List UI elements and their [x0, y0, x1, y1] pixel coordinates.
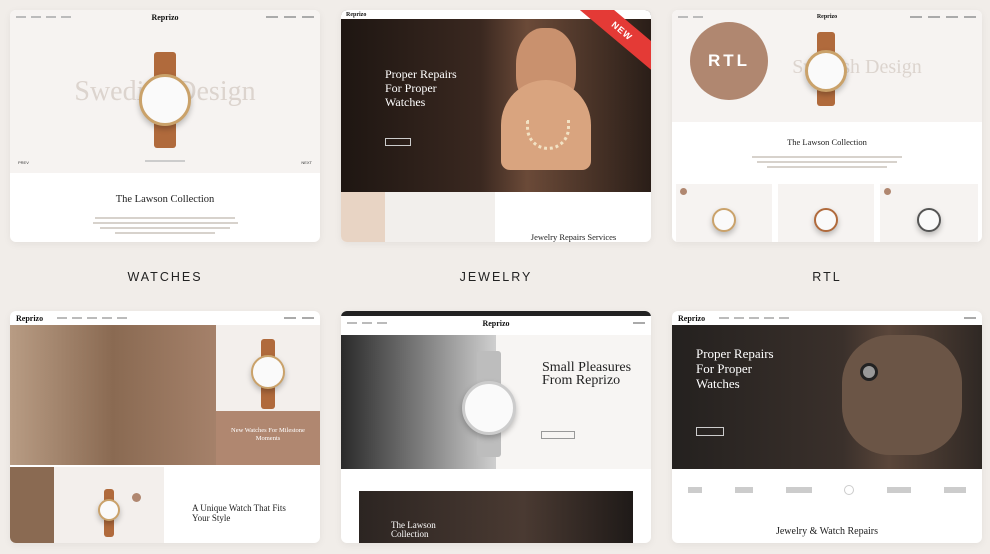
- caption-jewelry: JEWELRY: [459, 270, 533, 284]
- site-logo: Reprizo: [816, 14, 838, 20]
- site-logo: Reprizo: [482, 318, 510, 328]
- view-more-button[interactable]: [696, 427, 724, 436]
- hero-title: Proper Repairs For Proper Watches: [385, 67, 457, 109]
- demo-card-home5[interactable]: Reprizo Small Pleasures From Reprizo The…: [341, 311, 651, 543]
- section-title: Jewelry & Watch Repairs: [775, 526, 879, 537]
- site-logo: Reprizo: [678, 313, 706, 323]
- demo-card-rtl[interactable]: Reprizo Swedish Design RTL The Lawson Co…: [672, 10, 982, 242]
- product-card[interactable]: [880, 184, 978, 242]
- watch-image: [459, 351, 519, 461]
- prev-link[interactable]: PREV: [18, 160, 29, 165]
- product-photo: [216, 325, 320, 411]
- site-logo: Reprizo: [151, 12, 179, 22]
- collection-banner[interactable]: The Lawson Collection: [359, 491, 633, 543]
- collection-title: The Lawson Collection: [787, 137, 867, 147]
- caption-watches: WATCHES: [127, 270, 203, 284]
- slider-caption: [145, 160, 185, 162]
- header-icons: [633, 322, 645, 324]
- hero-title: Small Pleasures From Reprizo: [542, 360, 632, 388]
- nav-menu: [347, 322, 387, 324]
- section-title: Jewelry Repairs Services: [530, 232, 617, 242]
- header-icons: [266, 16, 314, 18]
- product-card[interactable]: [676, 184, 772, 242]
- site-header: Reprizo: [672, 311, 982, 325]
- header-icons: [284, 317, 314, 319]
- site-header: Reprizo: [341, 316, 651, 330]
- header-icons: [964, 317, 976, 319]
- nav-menu: [719, 317, 790, 319]
- nav-menu: [16, 16, 71, 18]
- site-header: Reprizo: [10, 10, 320, 24]
- hero-title: Proper Repairs For Proper Watches: [696, 346, 774, 391]
- wrist-watch: [860, 363, 878, 381]
- nav-menu: [57, 317, 128, 319]
- view-more-button[interactable]: [385, 138, 411, 146]
- promo-box[interactable]: New Watches For Milestone Moments: [216, 411, 320, 465]
- watch-photo: [54, 467, 164, 543]
- jewelry-thumb: [341, 192, 385, 242]
- site-header: Reprizo: [672, 10, 982, 24]
- collection-title: The Lawson Collection: [391, 520, 436, 539]
- shop-now-button[interactable]: [541, 431, 575, 439]
- demo-card-home4[interactable]: Reprizo New Watches For Milestone Moment…: [10, 311, 320, 543]
- hero-text: Swedish Design: [792, 56, 922, 78]
- collection-description: [90, 214, 240, 237]
- brand-logos: [672, 469, 982, 511]
- nav-menu: [910, 16, 976, 18]
- site-header: Reprizo: [10, 311, 320, 325]
- caption-rtl: RTL: [812, 270, 842, 284]
- model-photo: [10, 467, 54, 543]
- site-logo: Reprizo: [16, 313, 44, 323]
- model-photo: [842, 335, 962, 455]
- next-link[interactable]: NEXT: [301, 160, 312, 165]
- rtl-badge: RTL: [690, 22, 768, 100]
- site-logo: Reprizo: [346, 11, 367, 18]
- demo-card-home6[interactable]: Reprizo Proper Repairs For Proper Watche…: [672, 311, 982, 543]
- couple-photo: [10, 325, 216, 465]
- promo-title: New Watches For Milestone Moments: [231, 427, 305, 442]
- demo-card-jewelry[interactable]: Reprizo Proper Repairs For Proper Watche…: [341, 10, 651, 242]
- earrings-thumb: [385, 192, 495, 242]
- hero-content: [496, 335, 651, 469]
- demo-card-watches[interactable]: Reprizo Swedish Design PREV NEXT The Law…: [10, 10, 320, 242]
- watch-image: [135, 52, 195, 152]
- collection-title: The Lawson Collection: [115, 194, 215, 205]
- feature-title: A Unique Watch That Fits Your Style: [192, 503, 286, 523]
- product-card[interactable]: [778, 184, 874, 242]
- collection-description: [752, 153, 902, 171]
- watch-image: [800, 32, 852, 110]
- header-icons: [678, 16, 703, 18]
